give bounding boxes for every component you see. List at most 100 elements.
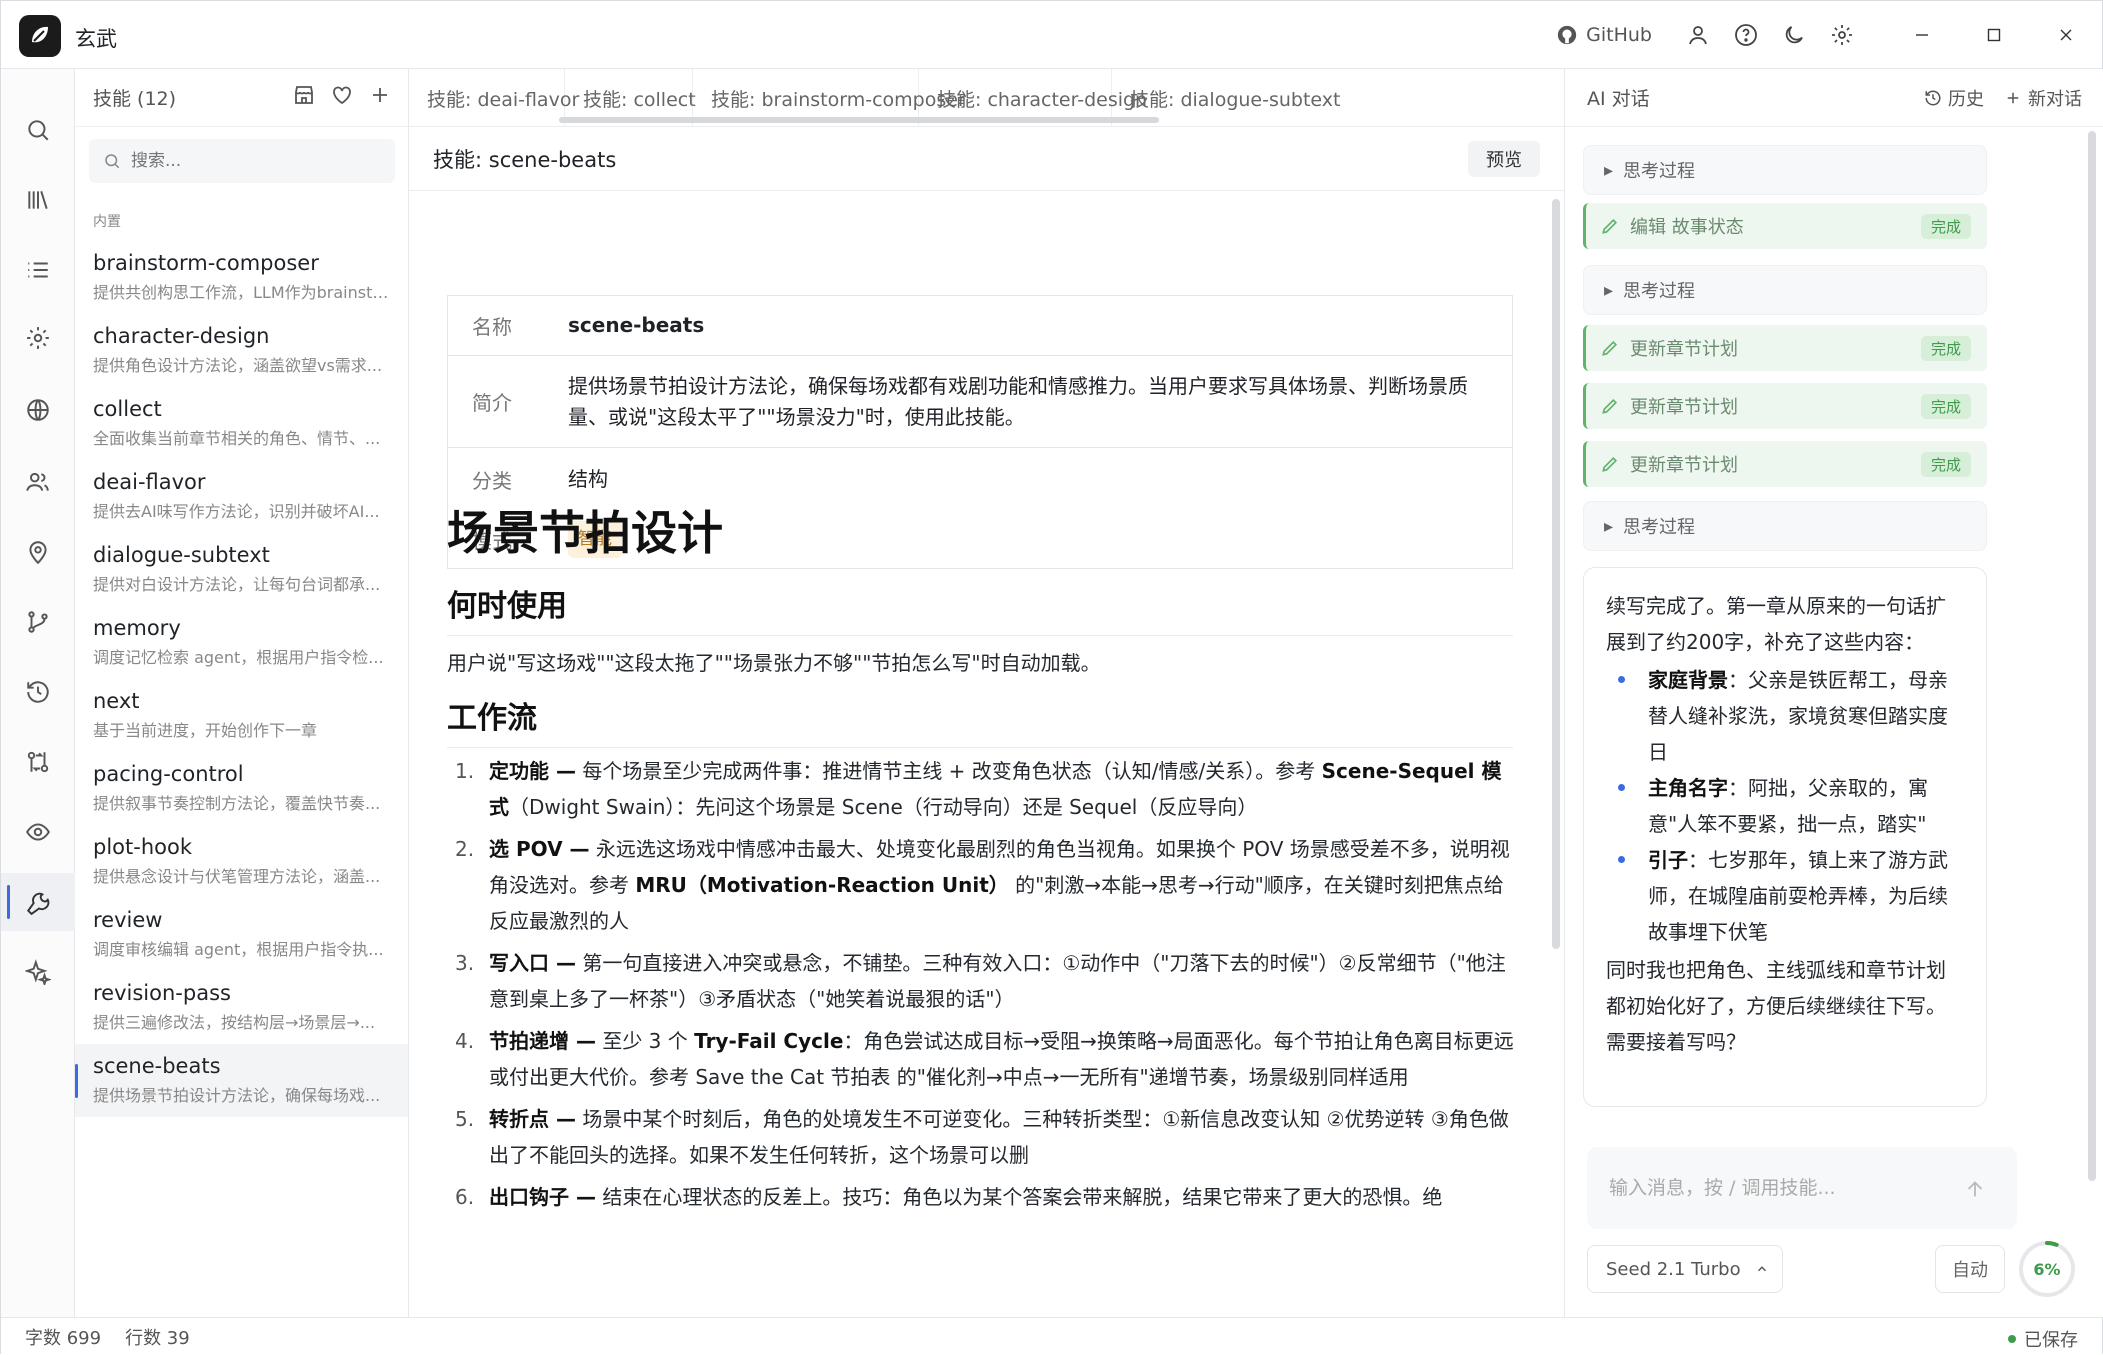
tab-bar: 技能: deai-flavor 技能: collect 技能: brainsto… xyxy=(409,69,1564,127)
skill-name: character-design xyxy=(93,324,270,348)
thinking-toggle[interactable]: ▸ 思考过程 xyxy=(1583,265,1987,315)
tab-scrollbar[interactable] xyxy=(559,117,1159,123)
skill-desc: 提供场景节拍设计方法论，确保每场戏... xyxy=(93,1086,381,1105)
skill-desc: 提供去AI味写作方法论，识别并破坏AI... xyxy=(93,502,380,521)
reply-intro: 续写完成了。第一章从原来的一句话扩展到了约200字，补充了这些内容： xyxy=(1606,594,1946,654)
skill-item-next[interactable]: next 基于当前进度，开始创作下一章 xyxy=(75,679,408,752)
ai-header: AI 对话 历史 新对话 xyxy=(1565,69,2103,127)
list-item: 5. 转折点 — 场景中某个时刻后，角色的处境发生不可逆变化。三种转折类型：①新信… xyxy=(455,1107,1509,1167)
heading-when: 何时使用 xyxy=(447,581,1513,636)
skill-desc: 提供共创构思工作流，LLM作为brainstorm... xyxy=(93,283,391,302)
skill-item-character-design[interactable]: character-design 提供角色设计方法论，涵盖欲望vs需求... xyxy=(75,314,408,387)
list-icon[interactable] xyxy=(1,241,75,299)
skill-desc: 基于当前进度，开始创作下一章 xyxy=(93,721,318,740)
skill-item-revision-pass[interactable]: revision-pass 提供三遍修改法，按结构层→场景层→... xyxy=(75,971,408,1044)
thinking-label: 思考过程 xyxy=(1623,161,1696,182)
heading-workflow: 工作流 xyxy=(447,693,1513,748)
list-item: 1. 定功能 — 每个场景至少完成两件事：推进情节主线 + 改变角色状态（认知/情… xyxy=(455,759,1502,819)
send-arrow-icon[interactable] xyxy=(1955,1169,1995,1209)
moon-icon[interactable] xyxy=(1770,11,1818,59)
skill-name: pacing-control xyxy=(93,762,244,786)
list-item: 家庭背景：父亲是铁匠帮工，母亲替人缝补浆洗，家境贫寒但踏实度日 xyxy=(1606,662,1964,770)
skill-item-plot-hook[interactable]: plot-hook 提供悬念设计与伏笔管理方法论，涵盖... xyxy=(75,825,408,898)
ai-title: AI 对话 xyxy=(1587,88,1650,110)
status-badge: 完成 xyxy=(1920,336,1971,361)
close-button[interactable] xyxy=(2030,1,2102,69)
history-button[interactable]: 历史 xyxy=(1924,85,1984,111)
search-icon[interactable] xyxy=(1,101,75,159)
skill-item-brainstorm-composer[interactable]: brainstorm-composer 提供共创构思工作流，LLM作为brains… xyxy=(75,241,408,314)
skill-name: revision-pass xyxy=(93,981,231,1005)
editor-scrollbar[interactable] xyxy=(1552,199,1560,949)
skill-item-scene-beats[interactable]: scene-beats 提供场景节拍设计方法论，确保每场戏... xyxy=(75,1044,408,1117)
eye-icon[interactable] xyxy=(1,803,75,861)
minimize-button[interactable] xyxy=(1886,1,1958,69)
skill-item-memory[interactable]: memory 调度记忆检索 agent，根据用户指令检... xyxy=(75,606,408,679)
skill-desc: 调度审核编辑 agent，根据用户指令执... xyxy=(93,940,384,959)
skill-name: collect xyxy=(93,397,162,421)
maximize-button[interactable] xyxy=(1958,1,2030,69)
skill-item-review[interactable]: review 调度审核编辑 agent，根据用户指令执... xyxy=(75,898,408,971)
chat-input[interactable] xyxy=(1609,1177,1939,1199)
branch-icon[interactable] xyxy=(1,593,75,651)
tab-deai-flavor[interactable]: 技能: deai-flavor xyxy=(409,69,579,126)
history-icon[interactable] xyxy=(1,663,75,721)
tool-call[interactable]: 编辑 故事状态 完成 xyxy=(1583,203,1987,249)
store-icon[interactable] xyxy=(292,83,316,107)
tool-call[interactable]: 更新章节计划 完成 xyxy=(1583,441,1987,487)
skill-item-dialogue-subtext[interactable]: dialogue-subtext 提供对白设计方法论，让每句台词都承... xyxy=(75,533,408,606)
skill-search-input[interactable] xyxy=(131,151,371,171)
list-item: 3. 写入口 — 第一句直接进入冲突或悬念，不铺垫。三种有效入口：①动作中（"刀落… xyxy=(455,951,1506,1011)
chat-scrollbar[interactable] xyxy=(2088,131,2096,1181)
model-selector[interactable]: Seed 2.1 Turbo xyxy=(1587,1245,1783,1293)
status-bar: 字数 699 行数 39 已保存 xyxy=(1,1317,2102,1355)
meta-key: 简介 xyxy=(472,391,512,415)
skill-name: scene-beats xyxy=(93,1054,221,1078)
tab-dialogue-subtext[interactable]: 技能: dialogue-subtext xyxy=(1112,69,1564,126)
new-chat-button[interactable]: 新对话 xyxy=(2004,85,2082,111)
list-item: 6. 出口钩子 — 结束在心理状态的反差上。技巧：角色以为某个答案会带来解脱，结果… xyxy=(455,1185,1443,1209)
globe-icon[interactable] xyxy=(1,381,75,439)
settings-gear-icon[interactable] xyxy=(1818,11,1866,59)
help-icon[interactable] xyxy=(1722,11,1770,59)
thinking-toggle[interactable]: ▸ 思考过程 xyxy=(1583,145,1987,195)
wrench-icon[interactable] xyxy=(1,873,75,931)
pencil-icon xyxy=(1602,340,1618,356)
github-link[interactable]: GitHub xyxy=(1556,24,1652,46)
meta-row-name: 名称 scene-beats xyxy=(448,296,1512,356)
pencil-icon xyxy=(1602,218,1618,234)
app-window: 玄武 GitHub 技能 (12) 搜索... 内置 brainstorm-co… xyxy=(0,0,2103,1355)
meta-key: 名称 xyxy=(472,315,512,339)
skill-item-deai-flavor[interactable]: deai-flavor 提供去AI味写作方法论，识别并破坏AI... xyxy=(75,460,408,533)
thinking-toggle[interactable]: ▸ 思考过程 xyxy=(1583,501,1987,551)
auto-mode-button[interactable]: 自动 xyxy=(1935,1245,2005,1293)
tool-call[interactable]: 更新章节计划 完成 xyxy=(1583,325,1987,371)
users-icon[interactable] xyxy=(1,453,75,511)
chevron-up-icon xyxy=(1757,1266,1766,1272)
skill-item-pacing-control[interactable]: pacing-control 提供叙事节奏控制方法论，覆盖快节奏... xyxy=(75,752,408,825)
when-text: 用户说"写这场戏""这段太拖了""场景张力不够""节拍怎么写"时自动加载。 xyxy=(447,651,1101,675)
user-icon[interactable] xyxy=(1674,11,1722,59)
preview-button[interactable]: 预览 xyxy=(1468,141,1540,177)
saved-label: 已保存 xyxy=(2024,1330,2078,1351)
library-icon[interactable] xyxy=(1,171,75,229)
skill-item-collect[interactable]: collect 全面收集当前章节相关的角色、情节、... xyxy=(75,387,408,460)
compare-icon[interactable] xyxy=(1,733,75,791)
plus-icon xyxy=(2007,92,2019,104)
list-item: 2. 选 POV — 永远选这场戏中情感冲击最大、处境变化最剧烈的角色当视角。如果… xyxy=(455,837,1510,933)
editor-area: 技能: deai-flavor 技能: collect 技能: brainsto… xyxy=(409,69,1564,1317)
location-pin-icon[interactable] xyxy=(1,523,75,581)
word-count: 字数 699 xyxy=(25,1327,102,1349)
line-count: 行数 39 xyxy=(125,1327,190,1349)
add-icon[interactable] xyxy=(368,83,392,107)
app-logo-icon xyxy=(19,15,61,57)
settings-icon[interactable] xyxy=(1,309,75,367)
list-item: 4. 节拍递增 — 至少 3 个 Try-Fail Cycle：角色尝试达成目标→… xyxy=(455,1029,1514,1089)
sparkle-icon[interactable] xyxy=(1,943,75,1001)
meta-row-intro: 简介 提供场景节拍设计方法论，确保每场戏都有戏剧功能和情感推力。当用户要求写具体… xyxy=(448,356,1512,448)
heart-icon[interactable] xyxy=(330,83,354,107)
sidebar-header: 技能 (12) xyxy=(75,69,408,127)
list-item: 引子：七岁那年，镇上来了游方武师，在城隍庙前耍枪弄棒，为后续故事埋下伏笔 xyxy=(1606,842,1964,950)
pencil-icon xyxy=(1602,456,1618,472)
tool-call[interactable]: 更新章节计划 完成 xyxy=(1583,383,1987,429)
